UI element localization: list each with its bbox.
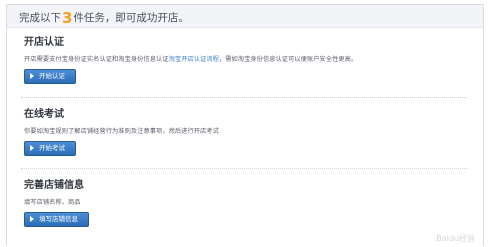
start-verification-button[interactable]: 开始认证 (24, 69, 76, 84)
task-summary-prefix: 完成以下 (19, 12, 61, 24)
button-label: 填写店铺信息 (39, 215, 78, 223)
section-description: 填写店铺名称、商品 (24, 199, 81, 206)
task-summary: 完成以下3件任务，即可成功开店。 (19, 9, 189, 27)
task-header: 完成以下3件任务，即可成功开店。 (7, 5, 483, 28)
button-label: 开始考试 (39, 144, 65, 152)
section-title: 完善店铺信息 (24, 180, 84, 191)
start-exam-button[interactable]: 开始考试 (24, 141, 76, 156)
divider (21, 97, 467, 98)
section-description: 你要如淘宝规则了解店铺经营行为准则及注意事项，然后进行开店考试 (24, 128, 219, 135)
fill-shop-info-button[interactable]: 填写店铺信息 (24, 212, 89, 227)
section-title: 在线考试 (24, 109, 64, 120)
section-shop-info: 完善店铺信息 填写店铺名称、商品 填写店铺信息 (24, 176, 469, 227)
section-online-exam: 在线考试 你要如淘宝规则了解店铺经营行为准则及注意事项，然后进行开店考试 开始考… (24, 105, 469, 156)
open-shop-page: 完成以下3件任务，即可成功开店。 开店认证 开店需要支付宝身份证实名认证和淘宝身… (0, 0, 494, 247)
section-title: 开店认证 (24, 37, 64, 48)
task-count: 3 (62, 9, 73, 27)
watermark: Baidu经验 (436, 234, 475, 243)
description-text: 开店需要支付宝身份证实名认证和淘宝身份信息认证 (24, 56, 169, 63)
arrow-right-icon (30, 145, 34, 151)
arrow-right-icon (30, 73, 34, 79)
divider (21, 168, 467, 169)
task-panel: 完成以下3件任务，即可成功开店。 开店认证 开店需要支付宝身份证实名认证和淘宝身… (6, 4, 484, 246)
section-shop-verification: 开店认证 开店需要支付宝身份证实名认证和淘宝身份信息认证淘宝开店认证流程，需如淘… (24, 33, 469, 84)
description-text-end: ，需如淘宝身份信息认证可以便账户安全性更高。 (218, 56, 358, 63)
button-label: 开始认证 (39, 72, 65, 80)
verification-flow-link[interactable]: 淘宝开店认证流程 (169, 56, 219, 63)
task-summary-suffix: 件任务，即可成功开店。 (73, 12, 189, 24)
arrow-right-icon (30, 216, 34, 222)
section-description: 开店需要支付宝身份证实名认证和淘宝身份信息认证淘宝开店认证流程，需如淘宝身份信息… (24, 54, 469, 63)
